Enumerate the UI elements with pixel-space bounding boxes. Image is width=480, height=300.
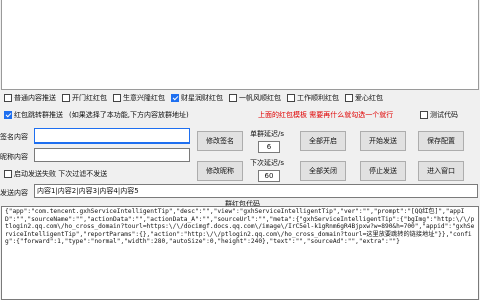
- next-delay-label: 下次延迟/s: [250, 159, 285, 167]
- edit-sign-button[interactable]: 修改签名: [197, 131, 243, 151]
- checkbox-smooth-sailing-redpacket[interactable]: 一帆风顺红包: [229, 93, 281, 103]
- single-delay-spinner[interactable]: 6: [258, 141, 280, 153]
- close-all-button[interactable]: 全部关闭: [300, 161, 346, 181]
- checkbox-box[interactable]: [229, 94, 237, 102]
- checkbox-label: 普通内容推送: [14, 94, 56, 102]
- checkbox-label: 爱心红包: [355, 94, 383, 102]
- checkbox-test-code[interactable]: 测试代码: [420, 110, 458, 120]
- checkbox-box[interactable]: [4, 170, 12, 178]
- send-content-input[interactable]: 内容1|内容2|内容3|内容4|内容5: [34, 184, 478, 198]
- account-list-panel[interactable]: [1, 0, 479, 90]
- edit-nick-button[interactable]: 修改昵称: [197, 161, 243, 181]
- checkbox-work-redpacket[interactable]: 工作顺利红包: [287, 93, 339, 103]
- checkbox-label: 红包跳转群推送: [14, 111, 63, 119]
- checkbox-label: 开门红红包: [72, 94, 107, 102]
- stop-send-button[interactable]: 停止发送: [360, 161, 406, 181]
- checkbox-wealth-redpacket[interactable]: 财星润财红包: [171, 93, 223, 103]
- group-jump-row: 红包跳转群推送 (如果选择了本功能,下方内容放群地址): [4, 110, 189, 120]
- checkbox-label: 生意兴隆红包: [123, 94, 165, 102]
- group-jump-note: (如果选择了本功能,下方内容放群地址): [69, 111, 189, 119]
- nick-input[interactable]: [34, 148, 190, 162]
- checkbox-open-door-redpacket[interactable]: 开门红红包: [62, 93, 107, 103]
- checkbox-box[interactable]: [113, 94, 121, 102]
- checkbox-box[interactable]: [287, 94, 295, 102]
- checkbox-box-checked[interactable]: [4, 111, 12, 119]
- checkbox-box[interactable]: [345, 94, 353, 102]
- checkbox-skip-failed[interactable]: 启动发送失败 下次过滤不发送: [4, 169, 107, 179]
- start-all-button[interactable]: 全部开启: [300, 131, 346, 151]
- checkbox-box[interactable]: [4, 94, 12, 102]
- sign-label: 签名内容: [0, 133, 28, 141]
- redpacket-code-textarea[interactable]: {"app":"com.tencent.gxhServiceIntelligen…: [1, 206, 479, 300]
- nick-label: 昵称内容: [0, 153, 28, 161]
- template-hint-text: 上面的红包模板 需要再什么就勾选一个就行: [258, 111, 394, 119]
- checkbox-label: 一帆风顺红包: [239, 94, 281, 102]
- start-send-button[interactable]: 开始发送: [360, 131, 406, 151]
- redpacket-template-row: 普通内容推送 开门红红包 生意兴隆红包 财星润财红包 一帆风顺红包 工作顺利红包…: [4, 93, 389, 103]
- checkbox-label: 启动发送失败 下次过滤不发送: [14, 170, 108, 178]
- checkbox-love-redpacket[interactable]: 爱心红包: [345, 93, 383, 103]
- checkbox-label: 财星润财红包: [181, 94, 223, 102]
- checkbox-group-jump-push[interactable]: 红包跳转群推送: [4, 110, 63, 120]
- checkbox-normal-push[interactable]: 普通内容推送: [4, 93, 56, 103]
- single-delay-label: 单群延迟/s: [250, 130, 285, 138]
- checkbox-label: 工作顺利红包: [297, 94, 339, 102]
- send-content-label: 发送内容: [0, 189, 28, 197]
- enter-window-button[interactable]: 进入窗口: [418, 161, 464, 181]
- sign-input[interactable]: [34, 128, 190, 144]
- save-config-button[interactable]: 保存配置: [418, 131, 464, 151]
- checkbox-box[interactable]: [62, 94, 70, 102]
- checkbox-label: 测试代码: [430, 111, 458, 119]
- checkbox-box[interactable]: [420, 111, 428, 119]
- checkbox-business-redpacket[interactable]: 生意兴隆红包: [113, 93, 165, 103]
- next-delay-spinner[interactable]: 60: [258, 170, 280, 182]
- checkbox-box-checked[interactable]: [171, 94, 179, 102]
